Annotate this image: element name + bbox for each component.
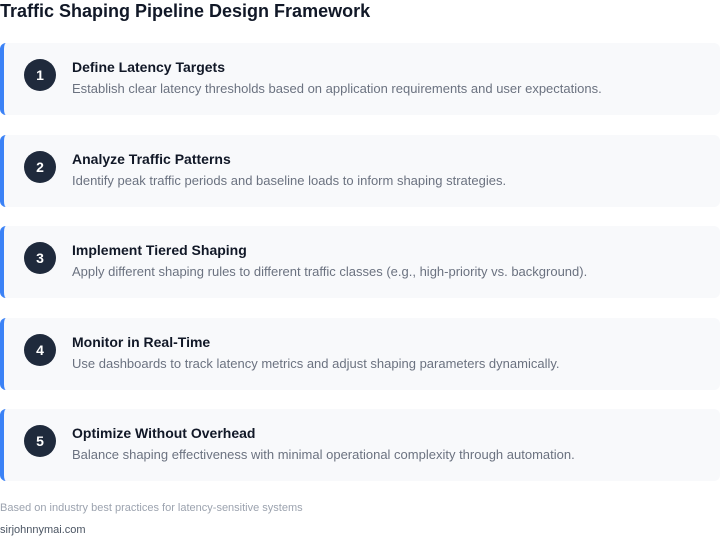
step-number-badge: 5 [24, 425, 56, 457]
step-title: Monitor in Real-Time [72, 334, 211, 350]
step-description: Balance shaping effectiveness with minim… [72, 447, 575, 462]
step-description: Apply different shaping rules to differe… [72, 264, 588, 279]
page-title: Traffic Shaping Pipeline Design Framewor… [0, 1, 371, 21]
step-description: Identify peak traffic periods and baseli… [72, 173, 507, 188]
step-title: Analyze Traffic Patterns [72, 151, 231, 167]
source-footnote: Based on industry best practices for lat… [0, 502, 303, 514]
step-card-2: 2 Analyze Traffic Patterns Identify peak… [0, 135, 720, 207]
step-card-1: 1 Define Latency Targets Establish clear… [0, 43, 720, 115]
step-description: Use dashboards to track latency metrics … [72, 356, 560, 371]
step-title: Implement Tiered Shaping [72, 242, 247, 258]
step-description: Establish clear latency thresholds based… [72, 81, 602, 96]
step-title: Optimize Without Overhead [72, 425, 256, 441]
step-title: Define Latency Targets [72, 59, 226, 75]
step-card-4: 4 Monitor in Real-Time Use dashboards to… [0, 318, 720, 390]
step-card-3: 3 Implement Tiered Shaping Apply differe… [0, 226, 720, 298]
step-card-5: 5 Optimize Without Overhead Balance shap… [0, 409, 720, 481]
step-number-badge: 3 [24, 242, 56, 274]
step-number-badge: 1 [24, 59, 56, 91]
step-number-badge: 4 [24, 334, 56, 366]
site-credit: sirjohnnymai.com [0, 524, 86, 536]
step-number-badge: 2 [24, 151, 56, 183]
